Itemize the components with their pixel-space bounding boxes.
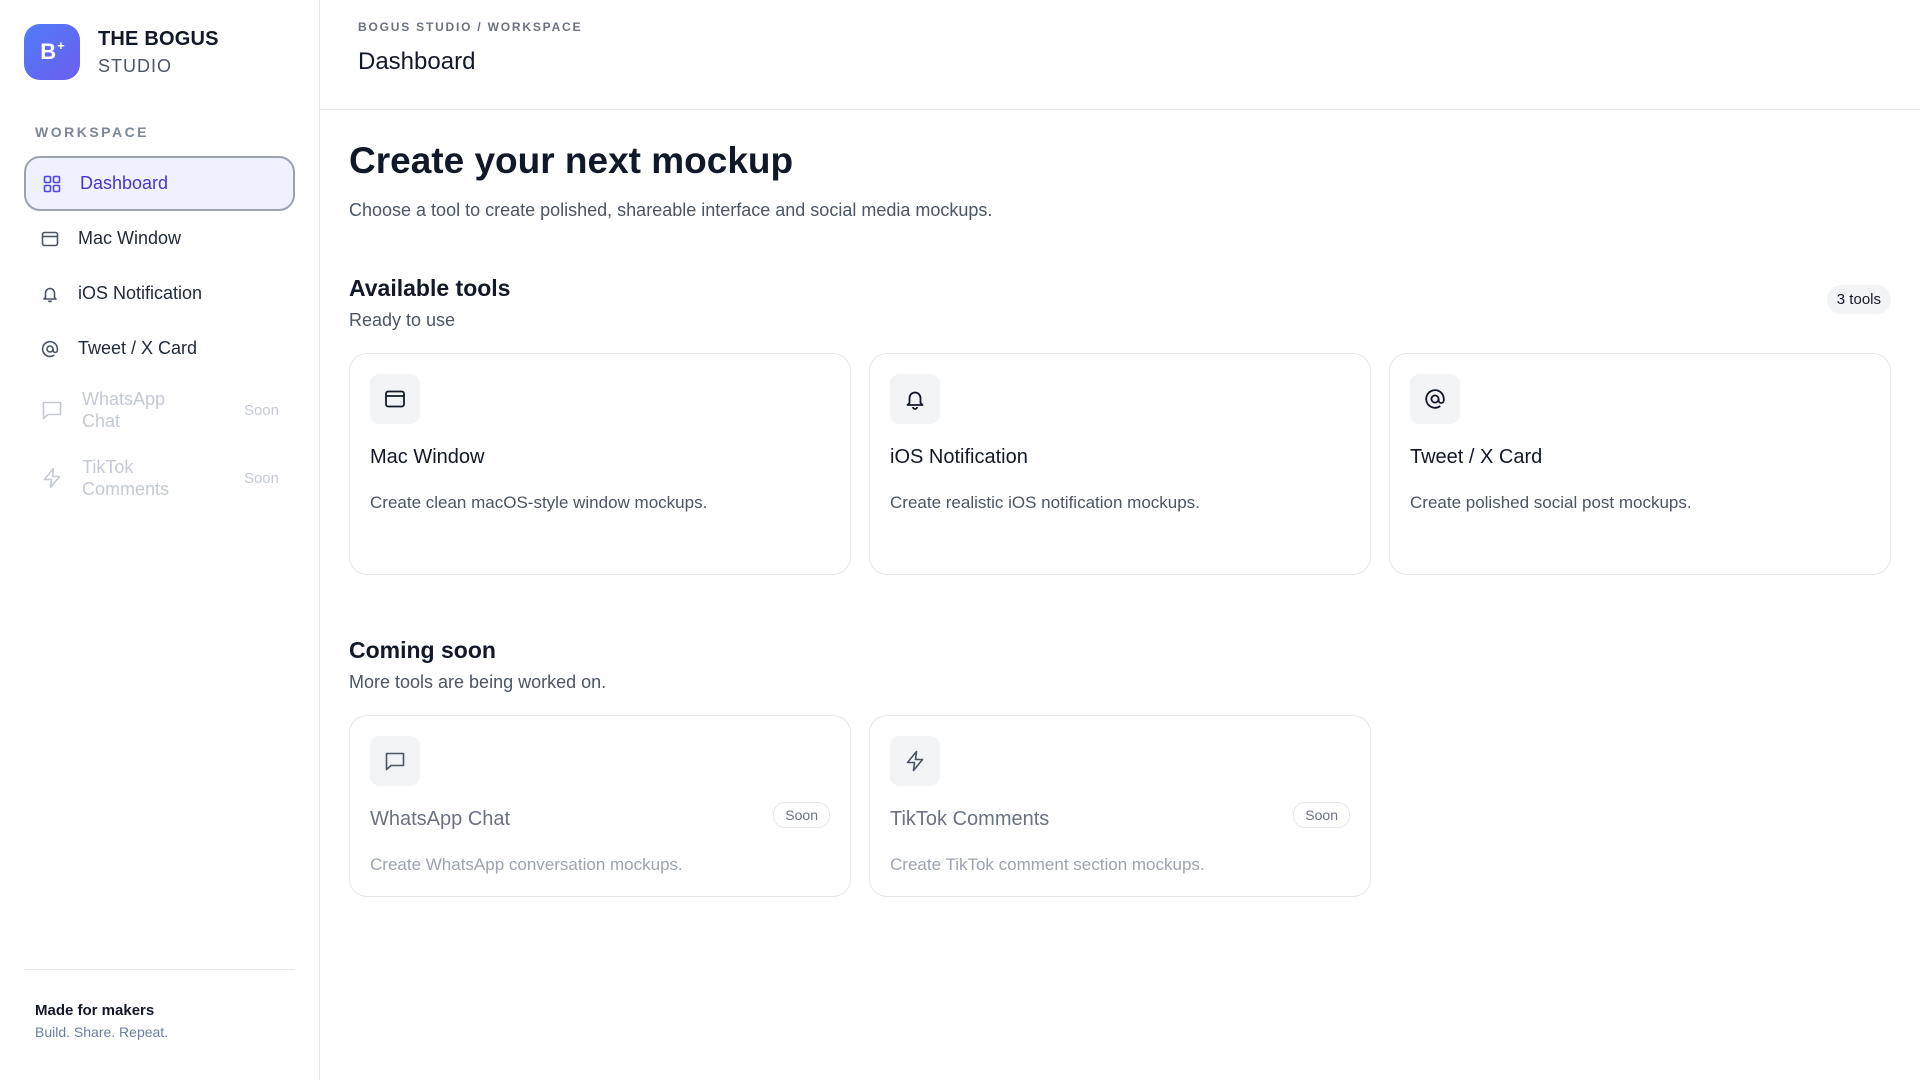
card-description: Create clean macOS-style window mockups.	[370, 493, 708, 512]
sidebar-item-tiktok-comments: TikTok Comments Soon	[24, 444, 295, 512]
soon-badge: Soon	[243, 469, 279, 487]
chat-icon	[40, 398, 64, 422]
section-title: Available tools	[349, 275, 511, 301]
sidebar-item-label: iOS Notification	[78, 283, 203, 303]
main-area: BOGUS STUDIO / WORKSPACE Dashboard Creat…	[320, 0, 1920, 1080]
section-subtitle: More tools are being worked on.	[349, 672, 607, 692]
coming-soon-grid: WhatsApp Chat Soon Create WhatsApp conve…	[349, 715, 1891, 897]
hero-lead: Choose a tool to create polished, sharea…	[349, 200, 993, 220]
bell-icon	[40, 284, 60, 304]
brand-logo-mark: +	[57, 37, 65, 53]
sidebar-nav: Dashboard Mac Window iOS Notification Tw…	[24, 156, 295, 512]
sidebar: B+ THE BOGUS STUDIO WORKSPACE Dashboard	[0, 0, 320, 1080]
sidebar-footer: Made for makers Build. Share. Repeat.	[24, 969, 295, 1080]
tool-card-ios-notification[interactable]: iOS Notification Create realistic iOS no…	[869, 353, 1371, 575]
available-tools-grid: Mac Window Create clean macOS-style wind…	[349, 353, 1891, 575]
available-tools-header: Available tools Ready to use 3 tools	[349, 275, 1891, 331]
card-description: Create realistic iOS notification mockup…	[890, 493, 1200, 512]
card-description: Create WhatsApp conversation mockups.	[370, 855, 683, 874]
soon-badge: Soon	[243, 401, 279, 419]
tool-card-tiktok-comments: TikTok Comments Soon Create TikTok comme…	[869, 715, 1371, 897]
card-title: Tweet / X Card	[1410, 446, 1543, 468]
sidebar-item-dashboard[interactable]: Dashboard	[24, 156, 295, 211]
sidebar-item-label: Dashboard	[80, 173, 169, 193]
soon-badge: Soon	[1293, 802, 1350, 828]
card-title: iOS Notification	[890, 446, 1028, 468]
tool-card-mac-window[interactable]: Mac Window Create clean macOS-style wind…	[349, 353, 851, 575]
section-title: Coming soon	[349, 637, 496, 663]
window-icon	[370, 374, 420, 424]
chat-icon	[370, 736, 420, 786]
window-icon	[40, 229, 60, 249]
card-description: Create TikTok comment section mockups.	[890, 855, 1205, 874]
page-title: Dashboard	[358, 48, 476, 75]
tool-card-whatsapp-chat: WhatsApp Chat Soon Create WhatsApp conve…	[349, 715, 851, 897]
bolt-icon	[40, 466, 64, 490]
at-icon	[40, 339, 60, 359]
sidebar-item-mac-window[interactable]: Mac Window	[24, 211, 295, 266]
tools-count-badge: 3 tools	[1826, 285, 1891, 314]
tool-card-tweet-card[interactable]: Tweet / X Card Create polished social po…	[1389, 353, 1891, 575]
section-subtitle: Ready to use	[349, 310, 456, 330]
soon-badge: Soon	[773, 802, 830, 828]
breadcrumb: BOGUS STUDIO / WORKSPACE	[358, 20, 583, 34]
hero-title: Create your next mockup	[349, 140, 794, 181]
sidebar-item-label: TikTok Comments	[82, 457, 170, 499]
brand-name: THE BOGUS	[98, 27, 219, 50]
footer-title: Made for makers	[35, 1002, 155, 1019]
sidebar-item-label: Mac Window	[78, 228, 182, 248]
brand[interactable]: B + THE BOGUS STUDIO	[24, 24, 295, 80]
sidebar-item-ios-notification[interactable]: iOS Notification	[24, 266, 295, 321]
sidebar-item-tweet-card[interactable]: Tweet / X Card	[24, 321, 295, 376]
bolt-icon	[890, 736, 940, 786]
sidebar-item-label: Tweet / X Card	[78, 338, 198, 358]
topbar: BOGUS STUDIO / WORKSPACE Dashboard	[320, 0, 1920, 110]
grid-icon	[42, 174, 62, 194]
card-title: Mac Window	[370, 446, 485, 468]
sidebar-section-label: WORKSPACE	[35, 124, 150, 140]
sidebar-item-label: WhatsApp Chat	[82, 389, 166, 431]
card-description: Create polished social post mockups.	[1410, 493, 1692, 512]
footer-subtitle: Build. Share. Repeat.	[35, 1024, 169, 1040]
card-title: WhatsApp Chat	[370, 808, 511, 830]
brand-logo: B +	[24, 24, 80, 80]
coming-soon-header: Coming soon More tools are being worked …	[349, 637, 1891, 693]
brand-subtitle: STUDIO	[98, 55, 173, 76]
sidebar-item-whatsapp-chat: WhatsApp Chat Soon	[24, 376, 295, 444]
card-title: TikTok Comments	[890, 808, 1050, 830]
brand-logo-letter: B	[40, 39, 57, 64]
dashboard-content: Create your next mockup Choose a tool to…	[320, 110, 1920, 927]
bell-icon	[890, 374, 940, 424]
at-icon	[1410, 374, 1460, 424]
